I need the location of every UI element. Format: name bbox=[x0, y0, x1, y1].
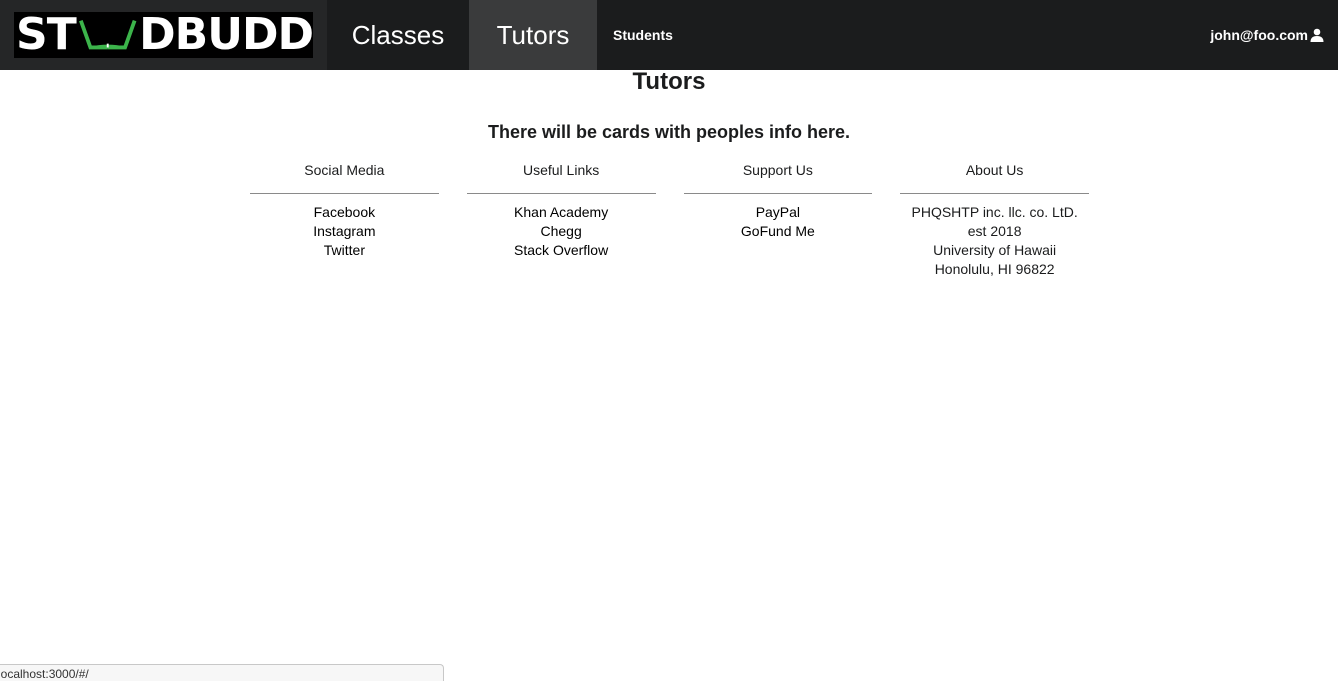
footer-link-list: PayPal GoFund Me bbox=[684, 194, 873, 241]
studbudd-logo[interactable]: ST DBUDD bbox=[14, 12, 313, 58]
nav-classes[interactable]: Classes bbox=[327, 0, 469, 70]
footer-link-chegg[interactable]: Chegg bbox=[467, 222, 656, 241]
footer-link-list: Khan Academy Chegg Stack Overflow bbox=[467, 194, 656, 260]
user-menu[interactable]: john@foo.com bbox=[1210, 0, 1338, 70]
logo-text-left: ST bbox=[16, 12, 77, 58]
footer-col-header: Social Media bbox=[250, 160, 439, 194]
footer-about-text: PHQSHTP inc. llc. co. LtD. est 2018 Univ… bbox=[900, 194, 1089, 279]
company-line: PHQSHTP inc. llc. co. LtD. est 2018 bbox=[911, 204, 1078, 239]
top-navbar: ST DBUDD Classes Tutors Students john@fo… bbox=[0, 0, 1338, 70]
footer-col-support-us: Support Us PayPal GoFund Me bbox=[683, 160, 873, 290]
footer-link-twitter[interactable]: Twitter bbox=[250, 241, 439, 260]
footer-link-facebook[interactable]: Facebook bbox=[250, 203, 439, 222]
footer-link-khan-academy[interactable]: Khan Academy bbox=[467, 203, 656, 222]
user-email: john@foo.com bbox=[1210, 27, 1308, 43]
footer-link-paypal[interactable]: PayPal bbox=[684, 203, 873, 222]
footer-link-list: Facebook Instagram Twitter bbox=[250, 194, 439, 260]
footer-link-stack-overflow[interactable]: Stack Overflow bbox=[467, 241, 656, 260]
logo-text-right: DBUDD bbox=[139, 12, 313, 58]
open-book-icon bbox=[78, 19, 137, 50]
university-line: University of Hawaii bbox=[933, 242, 1057, 258]
footer-col-header: Useful Links bbox=[466, 160, 656, 194]
browser-status-bar: localhost:3000/#/ bbox=[0, 664, 444, 681]
footer-col-header: Support Us bbox=[683, 160, 873, 194]
footer-col-header: About Us bbox=[900, 160, 1089, 194]
footer-link-instagram[interactable]: Instagram bbox=[250, 222, 439, 241]
footer-col-useful-links: Useful Links Khan Academy Chegg Stack Ov… bbox=[466, 160, 656, 290]
nav-tutors[interactable]: Tutors bbox=[469, 0, 597, 70]
footer-col-about-us: About Us PHQSHTP inc. llc. co. LtD. est … bbox=[900, 160, 1089, 290]
nav-students[interactable]: Students bbox=[597, 0, 673, 70]
address-line: Honolulu, HI 96822 bbox=[934, 261, 1055, 277]
footer: Social Media Facebook Instagram Twitter … bbox=[250, 160, 1089, 290]
logo-cell[interactable]: ST DBUDD bbox=[0, 0, 327, 70]
page-subtitle: There will be cards with peoples info he… bbox=[487, 122, 851, 142]
user-icon bbox=[1310, 28, 1324, 42]
footer-link-gofundme[interactable]: GoFund Me bbox=[684, 222, 873, 241]
page-title: Tutors bbox=[632, 68, 706, 95]
footer-col-social-media: Social Media Facebook Instagram Twitter bbox=[250, 160, 439, 290]
